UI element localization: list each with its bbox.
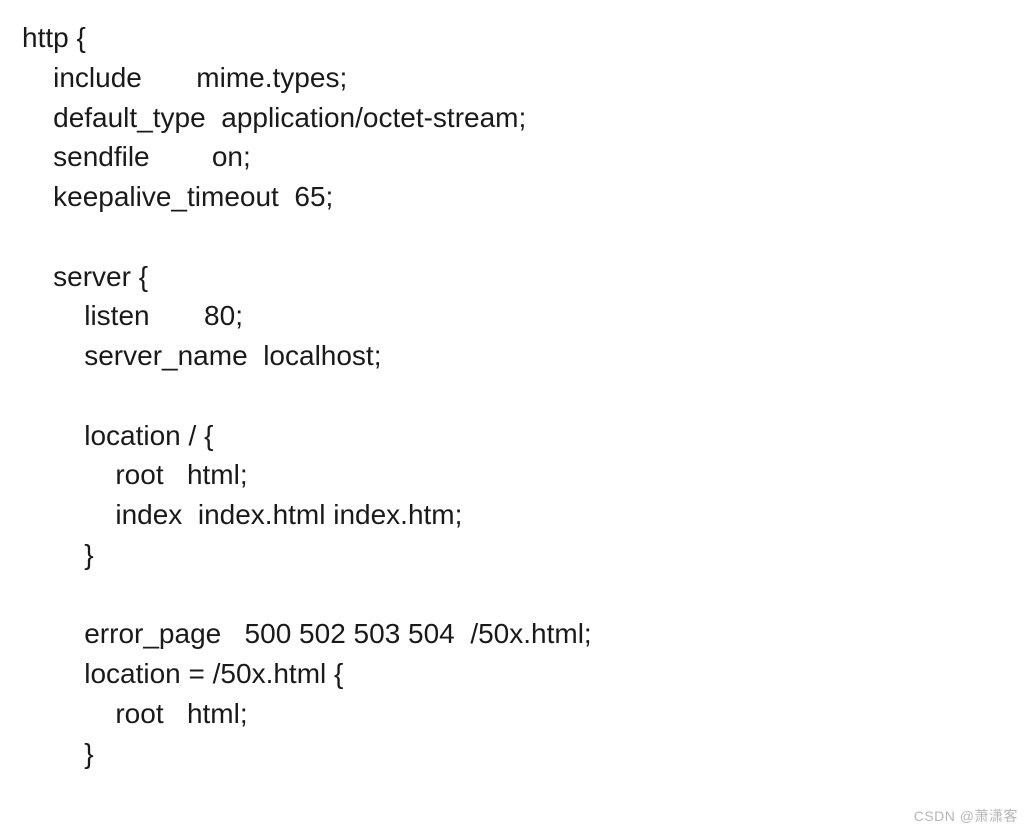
code-line: root html; bbox=[22, 459, 248, 490]
code-line: root html; bbox=[22, 698, 248, 729]
code-line: sendfile on; bbox=[22, 141, 251, 172]
code-line: listen 80; bbox=[22, 300, 243, 331]
code-line: include mime.types; bbox=[22, 62, 347, 93]
code-line: keepalive_timeout 65; bbox=[22, 181, 333, 212]
code-line: default_type application/octet-stream; bbox=[22, 102, 526, 133]
code-line: http { bbox=[22, 22, 86, 53]
code-line: location = /50x.html { bbox=[22, 658, 343, 689]
code-line: error_page 500 502 503 504 /50x.html; bbox=[22, 618, 592, 649]
nginx-config-code: http { include mime.types; default_type … bbox=[22, 18, 1008, 773]
code-line: } bbox=[22, 738, 94, 769]
code-line: index index.html index.htm; bbox=[22, 499, 462, 530]
code-line: server { bbox=[22, 261, 148, 292]
code-line: location / { bbox=[22, 420, 213, 451]
code-line: } bbox=[22, 539, 94, 570]
watermark-text: CSDN @萧潇客 bbox=[914, 807, 1018, 827]
code-line: server_name localhost; bbox=[22, 340, 382, 371]
